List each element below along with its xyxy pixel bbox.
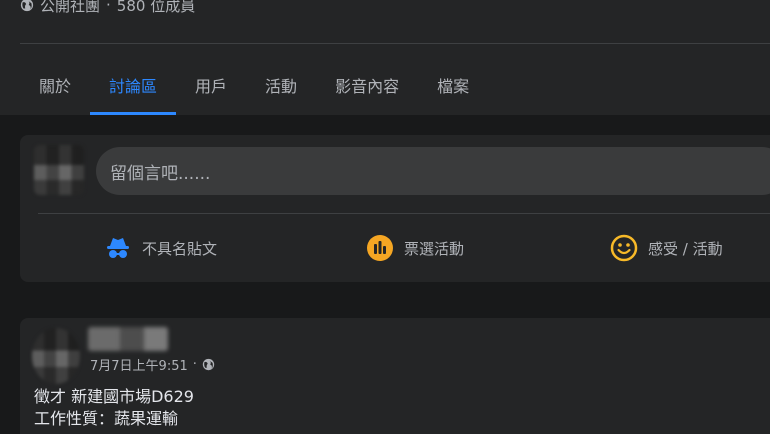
- post-timestamp[interactable]: 7月7日上午9:51: [90, 355, 188, 374]
- write-post-input[interactable]: 留個言吧......: [96, 147, 770, 195]
- anonymous-post-button[interactable]: 不具名貼文: [104, 233, 217, 263]
- globe-icon: [202, 358, 215, 370]
- tab-media[interactable]: 影音內容: [316, 55, 418, 115]
- post-body: 徵才 新建國市場D629 工作性質：蔬果運輸: [34, 386, 194, 430]
- poll-label: 票選活動: [404, 239, 465, 258]
- poll-icon: [367, 235, 393, 261]
- feeling-activity-label: 感受 / 活動: [648, 239, 723, 258]
- post-body-line: 工作性質：蔬果運輸: [34, 409, 179, 428]
- post-body-line: 徵才 新建國市場D629: [34, 387, 194, 406]
- post-card: 7月7日上午9:51 · 徵才 新建國市場D629 工作性質：蔬果運輸: [20, 318, 770, 434]
- post-author-name[interactable]: [88, 327, 168, 351]
- feeling-activity-button[interactable]: 感受 / 活動: [610, 233, 723, 263]
- smile-icon: [610, 234, 638, 262]
- anonymous-post-label: 不具名貼文: [142, 239, 218, 258]
- post-meta: 7月7日上午9:51 ·: [90, 354, 215, 374]
- member-count[interactable]: 580 位成員: [117, 0, 195, 16]
- tab-events[interactable]: 活動: [246, 55, 316, 115]
- tab-about[interactable]: 關於: [20, 55, 90, 115]
- tab-files[interactable]: 檔案: [418, 55, 488, 115]
- group-meta-separator: ·: [106, 0, 111, 14]
- composer-placeholder: 留個言吧......: [110, 163, 211, 184]
- post-author-avatar[interactable]: [32, 328, 80, 384]
- post-composer: 留個言吧...... 不具名貼文 票選活動 感受 / 活動: [20, 135, 770, 282]
- globe-icon: [20, 0, 34, 12]
- post-meta-separator: ·: [192, 356, 197, 372]
- incognito-icon: [107, 238, 129, 258]
- composer-divider: [38, 213, 770, 214]
- tab-discussion[interactable]: 討論區: [90, 55, 177, 115]
- poll-button[interactable]: 票選活動: [366, 233, 464, 263]
- header-divider: [20, 43, 770, 44]
- group-tabs: 關於 討論區 用戶 活動 影音內容 檔案: [20, 55, 488, 115]
- tab-members[interactable]: 用戶: [176, 55, 246, 115]
- avatar[interactable]: [34, 145, 84, 195]
- group-meta: 公開社團 · 580 位成員: [20, 0, 195, 16]
- group-privacy: 公開社團: [40, 0, 101, 15]
